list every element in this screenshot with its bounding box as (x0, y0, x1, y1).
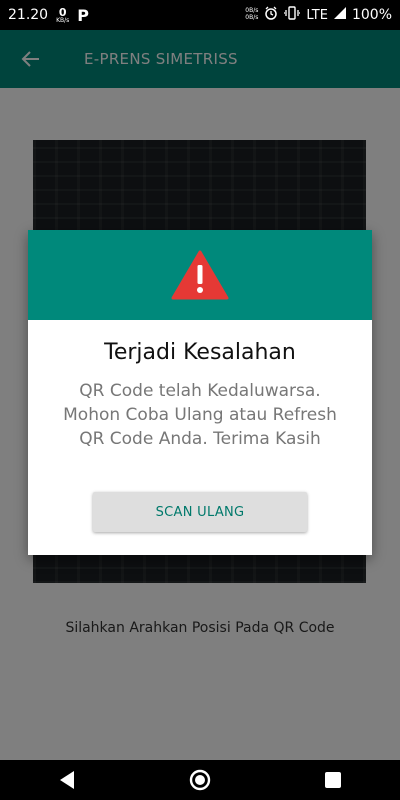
scan-again-button[interactable]: SCAN ULANG (93, 492, 307, 532)
status-bar: 21.20 0 KB/s P 0B/s 0B/s LTE 100% (0, 0, 400, 30)
network-speed: 0 KB/s (56, 5, 70, 24)
network-type: LTE (306, 7, 328, 23)
alarm-icon (264, 6, 278, 24)
dialog-message: QR Code telah Kedaluwarsa. Mohon Coba Ul… (63, 381, 337, 449)
nav-back-button[interactable] (47, 760, 87, 800)
error-dialog: Terjadi Kesalahan QR Code telah Kedaluwa… (28, 230, 372, 555)
system-nav-bar (0, 760, 400, 800)
dialog-header (28, 230, 372, 320)
dual-speed: 0B/s 0B/s (245, 7, 259, 21)
nav-home-button[interactable] (180, 760, 220, 800)
dialog-title: Terjadi Kesalahan (104, 340, 296, 365)
warning-icon (171, 250, 229, 300)
vibrate-icon (283, 6, 302, 24)
app-notification-icon: P (77, 5, 90, 25)
signal-icon (333, 7, 346, 23)
nav-recent-icon (325, 772, 342, 788)
nav-recent-button[interactable] (313, 760, 353, 800)
battery-level: 100% (351, 7, 392, 23)
nav-home-icon (189, 769, 211, 791)
status-time: 21.20 (8, 7, 49, 23)
nav-back-icon (59, 771, 74, 789)
